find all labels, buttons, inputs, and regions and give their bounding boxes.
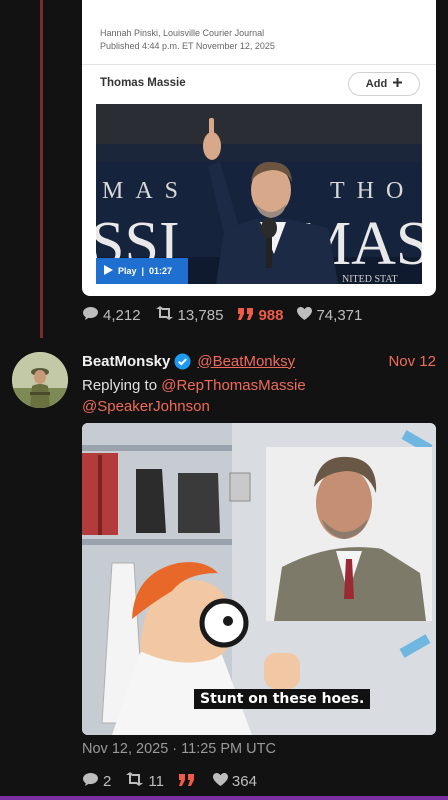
- article-byline: Hannah Pinski, Louisville Courier Journa…: [100, 28, 265, 38]
- tweet-media-image[interactable]: Stunt on these hoes.: [82, 423, 436, 735]
- parent-tweet-stats: 4,212 13,785 988 74,371: [82, 305, 376, 325]
- comment-icon: [82, 306, 99, 325]
- play-separator: |: [141, 266, 145, 276]
- like-count[interactable]: 74,371: [297, 306, 362, 324]
- quote-count[interactable]: [178, 773, 199, 790]
- retweet-icon: [125, 772, 144, 790]
- mention-link-2[interactable]: @SpeakerJohnson: [82, 398, 210, 415]
- mention-link-1[interactable]: @RepThomasMassie: [161, 377, 305, 394]
- retweet-icon: [155, 306, 174, 324]
- video-player[interactable]: MAS THO SSI MAS NITED STAT Play | 01:27: [96, 104, 422, 284]
- retweet-count[interactable]: 13,785: [155, 306, 223, 324]
- add-topic-button[interactable]: Add: [348, 72, 420, 96]
- avatar[interactable]: [12, 352, 68, 408]
- backdrop-text-left: MAS: [102, 178, 190, 204]
- avatar-image: [12, 352, 68, 408]
- card-divider: [82, 64, 436, 65]
- replying-to-label: Replying to: [82, 377, 158, 394]
- comment-icon: [82, 772, 99, 791]
- like-count[interactable]: 364: [212, 772, 257, 790]
- retweet-count[interactable]: 11: [125, 772, 164, 790]
- play-button[interactable]: Play | 01:27: [96, 258, 188, 284]
- replying-to-line: Replying to @RepThomasMassie @SpeakerJoh…: [82, 375, 306, 417]
- reply-count[interactable]: 4,212: [82, 306, 141, 325]
- backdrop-small-text: NITED STAT: [342, 274, 398, 284]
- display-name[interactable]: BeatMonsky: [82, 353, 170, 370]
- user-handle-link[interactable]: @BeatMonksy: [197, 353, 295, 370]
- add-button-label: Add: [365, 78, 388, 90]
- heart-icon: [297, 306, 313, 324]
- tweet-date-link[interactable]: Nov 12: [388, 353, 436, 370]
- play-icon: [104, 265, 113, 277]
- article-published: Published 4:44 p.m. ET November 12, 2025: [100, 41, 275, 51]
- thread-connector-line: [40, 0, 43, 338]
- reply-count[interactable]: 2: [82, 772, 111, 791]
- quote-count[interactable]: 988: [237, 307, 283, 324]
- topic-name: Thomas Massie: [100, 77, 186, 89]
- tweet-header: BeatMonsky @BeatMonksy Nov 12: [82, 351, 436, 371]
- verified-badge-icon: [174, 353, 191, 370]
- meme-caption: Stunt on these hoes.: [194, 689, 371, 709]
- video-duration: 01:27: [149, 266, 173, 276]
- video-thumbnail: MAS THO SSI MAS NITED STAT: [96, 104, 422, 284]
- quote-icon: [237, 307, 254, 324]
- article-meta: Hannah Pinski, Louisville Courier Journa…: [100, 27, 275, 53]
- tweet-timestamp[interactable]: Nov 12, 2025 · 11:25 PM UTC: [82, 741, 276, 757]
- plus-icon: [393, 78, 403, 90]
- embedded-article-card[interactable]: Hannah Pinski, Louisville Courier Journa…: [82, 0, 436, 296]
- bottom-accent-bar: [0, 796, 448, 800]
- backdrop-text-right: THO: [330, 178, 415, 204]
- play-label: Play: [118, 266, 137, 276]
- tweet-stats: 2 11 364: [82, 771, 271, 791]
- quote-icon: [178, 773, 195, 790]
- heart-icon: [212, 772, 228, 790]
